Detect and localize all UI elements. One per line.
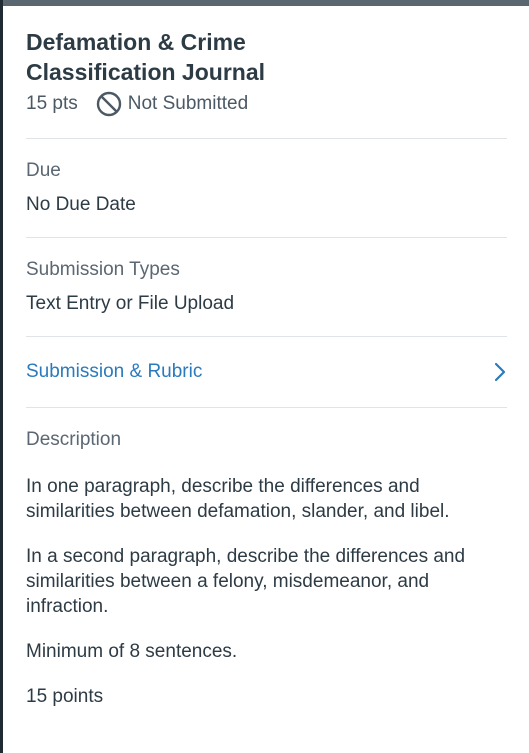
points-label: 15 pts	[26, 93, 78, 114]
description-paragraph: In one paragraph, describe the differenc…	[26, 476, 450, 522]
status-text: Not Submitted	[127, 93, 249, 114]
due-label: Due	[26, 160, 61, 181]
submission-types-label: Submission Types	[26, 259, 180, 280]
submission-types-section: Submission Types Text Entry or File Uplo…	[26, 238, 507, 336]
assignment-meta: 15 pts Not Submitted	[26, 90, 507, 118]
chevron-right-icon	[493, 362, 507, 382]
assignment-details: Defamation & Crime Classification Journa…	[26, 27, 507, 749]
submission-status: Not Submitted	[96, 91, 248, 117]
description-paragraph: In a second paragraph, describe the diff…	[26, 546, 466, 617]
due-section: Due No Due Date	[26, 139, 507, 237]
submission-rubric-label: Submission & Rubric	[26, 361, 203, 382]
description-paragraph: Minimum of 8 sentences.	[26, 641, 238, 662]
description-label: Description	[26, 429, 122, 450]
left-edge	[0, 0, 3, 753]
top-bar	[0, 0, 529, 6]
assignment-title: Defamation & Crime Classification Journa…	[26, 29, 266, 85]
submission-rubric-link[interactable]: Submission & Rubric	[26, 337, 507, 407]
description-section: Description In one paragraph, describe t…	[26, 408, 507, 749]
description-paragraph: 15 points	[26, 686, 104, 707]
due-value: No Due Date	[26, 194, 136, 215]
not-submitted-icon	[96, 91, 121, 117]
submission-types-value: Text Entry or File Upload	[26, 293, 235, 314]
